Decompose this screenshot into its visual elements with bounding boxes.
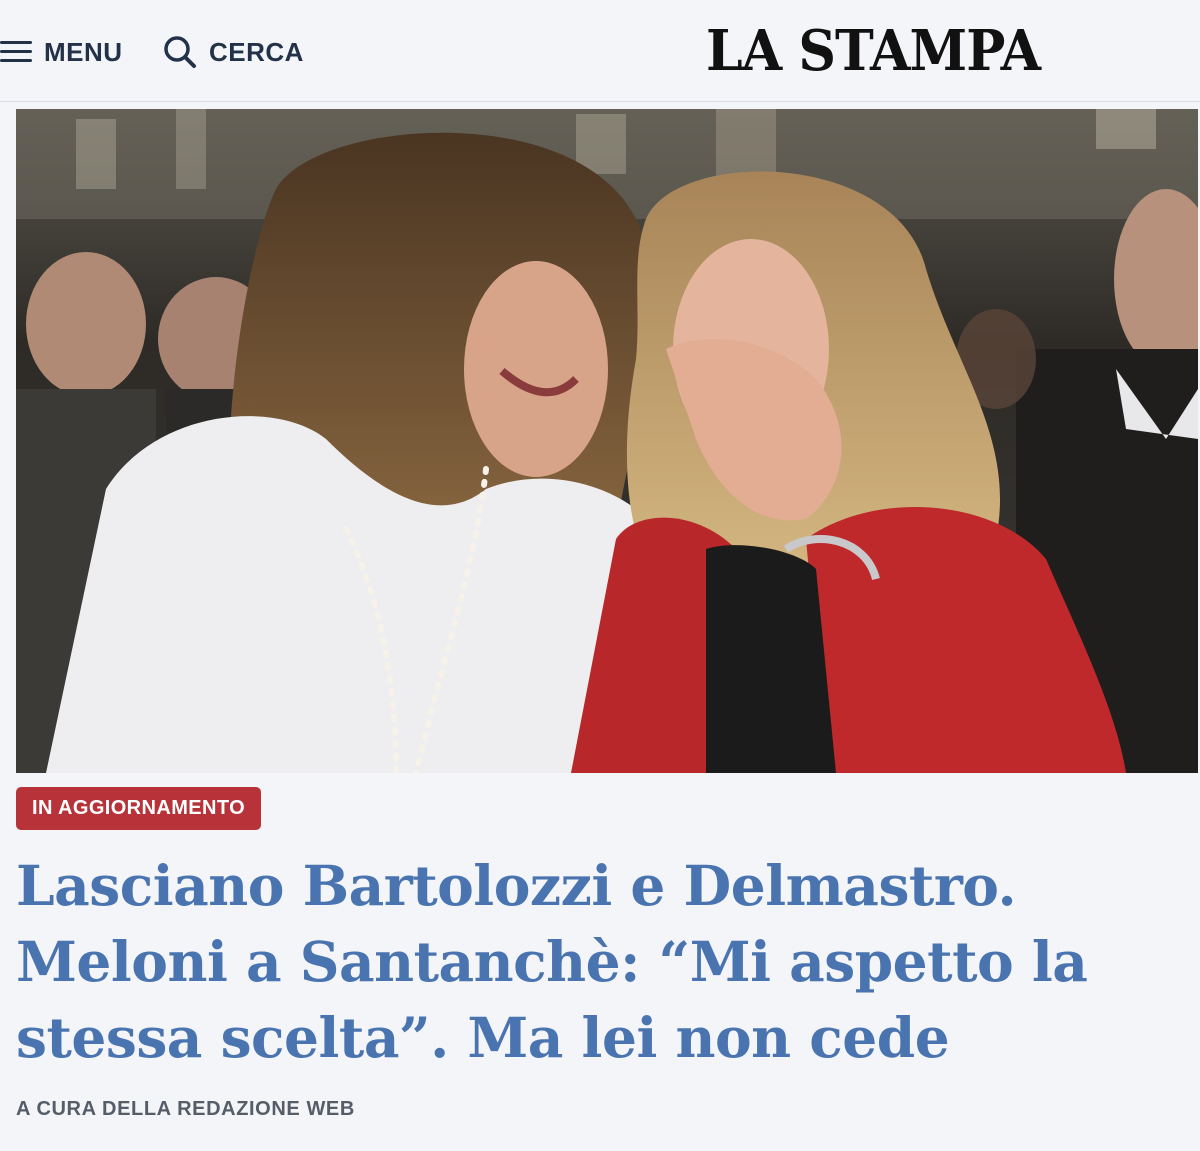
article-headline[interactable]: Lasciano Bartolozzi e Delmastro. Meloni … [16,848,1186,1076]
search-label: CERCA [209,36,304,67]
search-button[interactable]: CERCA [163,30,304,74]
hamburger-icon [0,39,32,65]
search-icon [164,36,196,68]
menu-label: MENU [44,36,123,67]
site-logo[interactable]: LA STAMPA [706,20,1100,82]
menu-button[interactable]: MENU [0,30,123,74]
live-update-badge: IN AGGIORNAMENTO [16,787,262,830]
article-byline: A CURA DELLA REDAZIONE WEB [16,1098,355,1120]
hero-photo [16,109,1198,773]
top-navigation-bar: MENU CERCA LA STAMPA [0,0,1200,102]
